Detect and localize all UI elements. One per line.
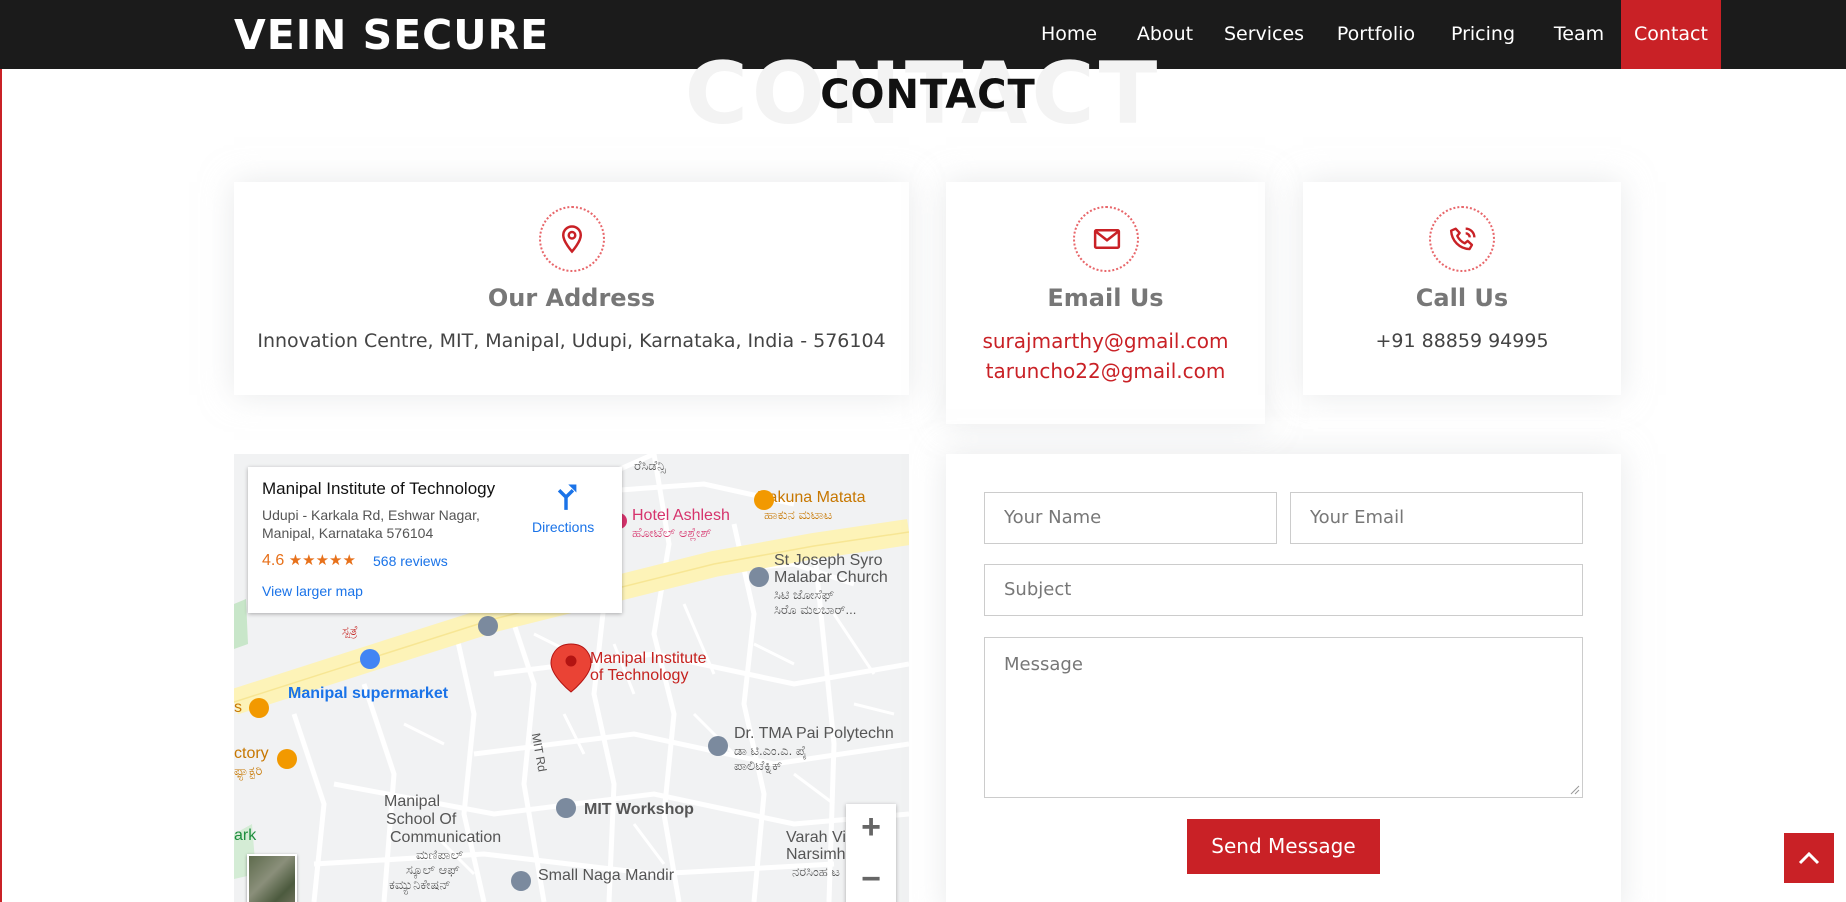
name-placeholder: Your Name [1004, 507, 1102, 528]
contact-form: Your Name Your Email Subject Message Sen… [946, 454, 1621, 902]
subject-input[interactable]: Subject [984, 564, 1583, 616]
message-placeholder: Message [1004, 654, 1083, 675]
rating-stars-icon: ★★★★★ [288, 552, 356, 569]
section-title: CONTACT [820, 72, 1036, 118]
satellite-view-toggle[interactable] [247, 854, 297, 902]
left-edge-line [0, 69, 2, 902]
map-reviews-link[interactable]: 568 reviews [373, 553, 448, 569]
address-text: Innovation Centre, MIT, Manipal, Udupi, … [257, 330, 886, 352]
zoom-out-button[interactable]: − [846, 856, 896, 902]
map-rating: 4.6 ★★★★★ [262, 551, 356, 570]
email-link[interactable]: taruncho22@gmail.com [946, 356, 1265, 386]
message-textarea[interactable]: Message [984, 637, 1583, 798]
address-box: Our Address Innovation Centre, MIT, Mani… [234, 182, 909, 395]
directions-icon[interactable] [552, 481, 580, 511]
envelope-icon [1072, 206, 1139, 272]
phone-title: Call Us [1415, 284, 1509, 312]
directions-link[interactable]: Directions [532, 519, 594, 535]
email-link[interactable]: surajmarthy@gmail.com [946, 326, 1265, 356]
zoom-in-button[interactable]: + [846, 804, 896, 854]
email-box: Email Us surajmarthy@gmail.com taruncho2… [946, 182, 1265, 424]
name-input[interactable]: Your Name [984, 492, 1277, 544]
email-input[interactable]: Your Email [1290, 492, 1583, 544]
view-larger-map-link[interactable]: View larger map [262, 583, 363, 599]
email-placeholder: Your Email [1310, 507, 1405, 528]
resize-grip-icon[interactable] [1570, 785, 1580, 795]
phone-box: Call Us +91 88859 94995 [1303, 182, 1621, 395]
send-message-button[interactable]: Send Message [1187, 819, 1380, 874]
map-rating-value: 4.6 [262, 552, 285, 569]
back-to-top-button[interactable] [1784, 833, 1834, 883]
google-map[interactable]: ರೆಸಿಡೆನ್ಸಿ Hotel Ashlesh ಹೋಟೆಲ್ ಆಶ್ಲೇಶ್ … [234, 454, 909, 902]
map-place-address: Udupi - Karkala Rd, Eshwar Nagar, Manipa… [262, 507, 480, 541]
chevron-up-icon [1798, 851, 1820, 865]
subject-placeholder: Subject [1004, 579, 1072, 600]
email-list: surajmarthy@gmail.com taruncho22@gmail.c… [946, 326, 1265, 386]
map-info-card: Manipal Institute of Technology Udupi - … [248, 467, 622, 613]
map-place-title: Manipal Institute of Technology [262, 479, 496, 498]
phone-number[interactable]: +91 88859 94995 [1303, 330, 1621, 352]
address-title: Our Address [487, 284, 656, 312]
phone-icon [1429, 206, 1495, 272]
email-title: Email Us [1047, 284, 1164, 312]
map-zoom-control: + − [846, 804, 896, 902]
map-pin-icon [538, 206, 605, 272]
